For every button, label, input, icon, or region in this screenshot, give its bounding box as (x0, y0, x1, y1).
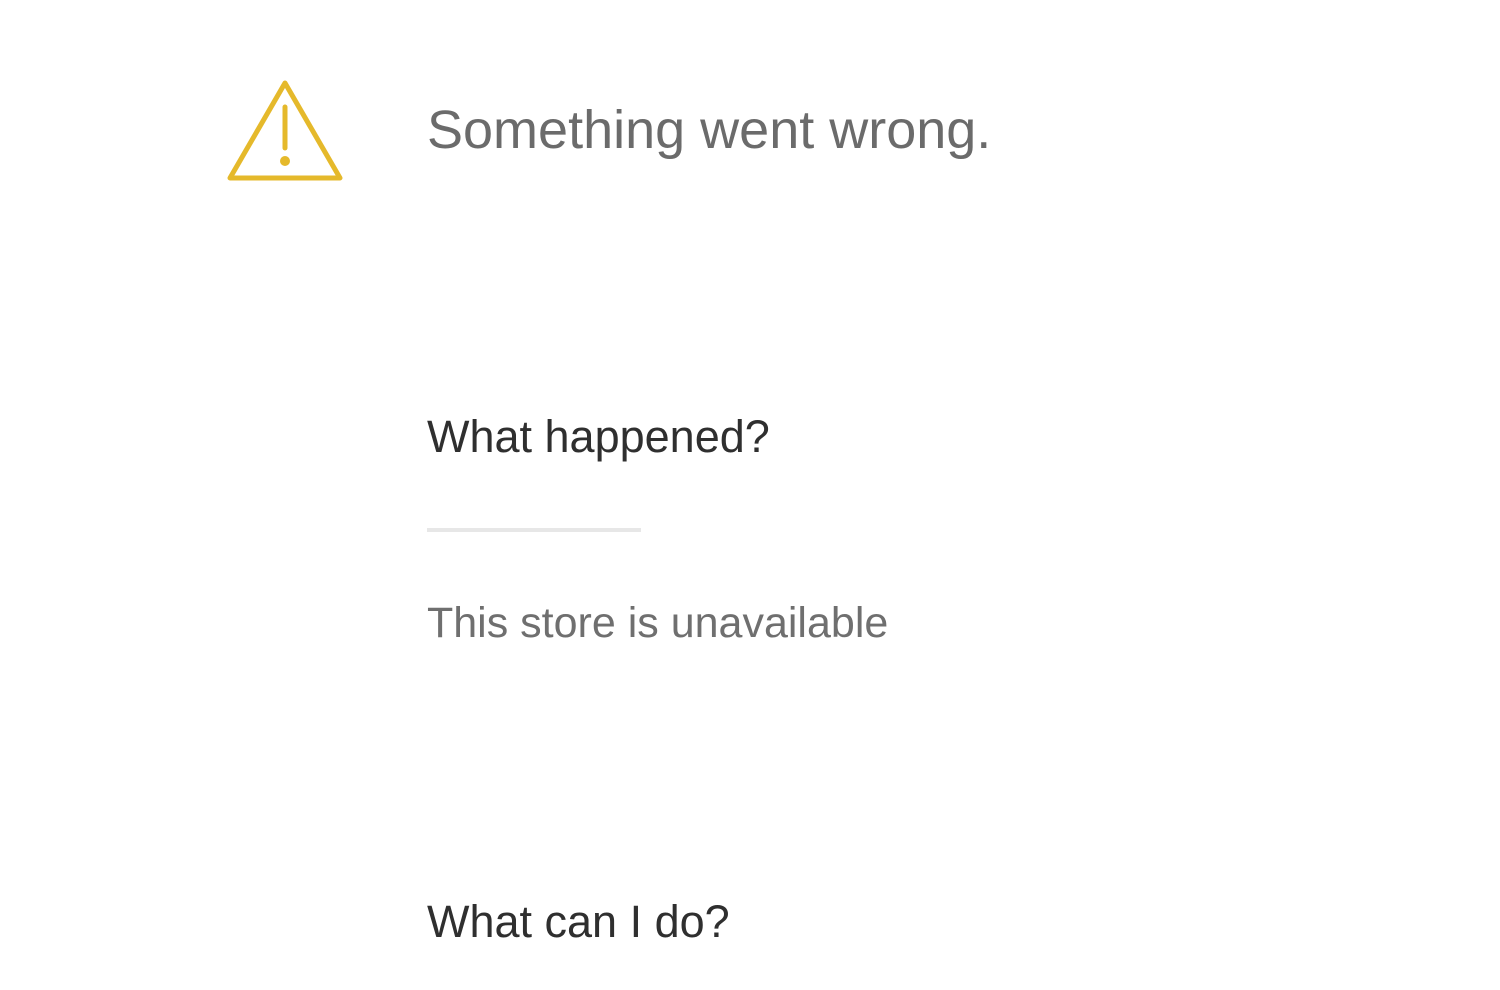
what-happened-heading: What happened? (427, 411, 770, 462)
error-detail: This store is unavailable (427, 599, 889, 647)
section-divider (427, 528, 641, 532)
page-title: Something went wrong. (427, 100, 992, 160)
error-header: Something went wrong. (0, 0, 1500, 240)
warning-triangle-icon (226, 78, 344, 184)
what-can-i-do-heading: What can I do? (427, 896, 730, 947)
